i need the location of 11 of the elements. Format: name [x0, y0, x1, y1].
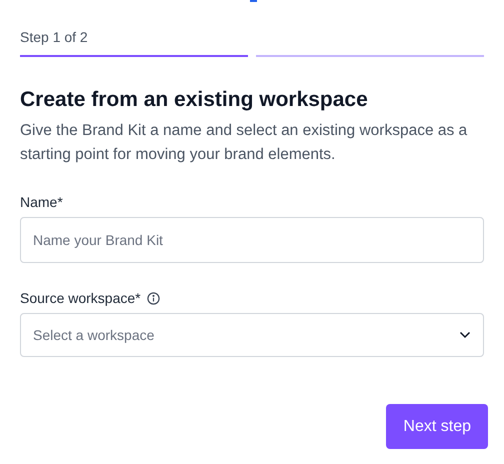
dialog-title: Create from an existing workspace [20, 87, 369, 113]
top-marker [250, 0, 257, 2]
field-label: Name* [20, 193, 63, 211]
chevron-down-icon [459, 331, 471, 339]
name-field[interactable]: Name your Brand Kit [20, 217, 484, 263]
dialog-description: Give the Brand Kit a name and select an existing workspace as a starting point for moving your brand elements. [20, 121, 468, 165]
info-icon[interactable] [146, 292, 160, 304]
field-label: Source workspace* [20, 289, 141, 307]
step-label: Step 1 of 2 [20, 28, 88, 46]
next-step-button[interactable]: Next step [386, 404, 488, 449]
workspace-select[interactable]: Select a workspace [20, 313, 484, 357]
